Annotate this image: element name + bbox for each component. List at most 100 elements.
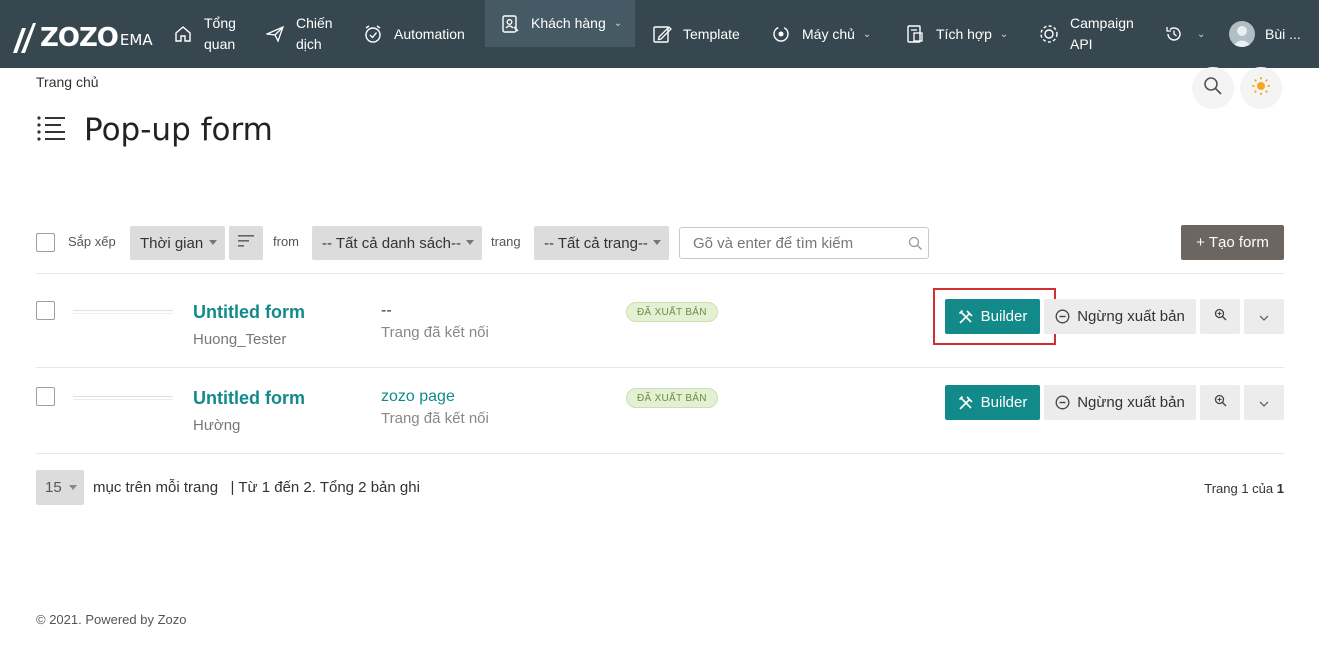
dropdown-arrow-icon bbox=[209, 240, 217, 245]
chevron-down-icon: ⌄ bbox=[613, 18, 623, 29]
preview-button[interactable] bbox=[1200, 299, 1240, 334]
send-icon bbox=[264, 23, 286, 45]
unpublish-label: Ngừng xuất bản bbox=[1077, 394, 1185, 411]
user-name: Bùi ... bbox=[1265, 25, 1301, 42]
unpublish-label: Ngừng xuất bản bbox=[1077, 308, 1185, 325]
unpublish-button[interactable]: Ngừng xuất bản bbox=[1044, 385, 1196, 420]
builder-button[interactable]: Builder bbox=[945, 385, 1040, 420]
dropdown-arrow-icon bbox=[653, 240, 661, 245]
chevron-down-icon: ⌄ bbox=[862, 28, 872, 40]
status-badge: ĐÃ XUẤT BẢN bbox=[626, 302, 718, 322]
divider bbox=[36, 273, 1284, 274]
page-filter-label: trang bbox=[491, 234, 521, 249]
builder-label: Builder bbox=[980, 394, 1028, 411]
edit-icon bbox=[651, 23, 673, 45]
sort-select[interactable]: Thời gian bbox=[130, 226, 225, 260]
chevron-down-icon bbox=[1259, 394, 1269, 412]
form-page: -- bbox=[381, 302, 392, 319]
page-indicator: Trang 1 của 1 bbox=[1204, 481, 1284, 496]
table-row: Untitled form Hường zozo page Trang đã k… bbox=[36, 368, 1284, 453]
form-page-link[interactable]: zozo page bbox=[381, 388, 455, 406]
row-checkbox[interactable] bbox=[36, 301, 55, 320]
sort-order-button[interactable] bbox=[229, 226, 263, 260]
builder-button[interactable]: Builder bbox=[945, 299, 1040, 334]
chevron-down-icon: ⌄ bbox=[1197, 28, 1206, 40]
zoom-in-icon bbox=[1214, 394, 1227, 412]
row-checkbox[interactable] bbox=[36, 387, 55, 406]
form-owner: Huong_Tester bbox=[193, 331, 287, 348]
from-label: from bbox=[273, 234, 299, 249]
sync-icon bbox=[770, 23, 792, 45]
tools-icon bbox=[958, 395, 974, 411]
nav-item-template[interactable]: Template bbox=[651, 0, 740, 68]
form-name-link[interactable]: Untitled form bbox=[193, 302, 305, 323]
builder-label: Builder bbox=[980, 308, 1028, 325]
history-icon bbox=[1163, 23, 1185, 45]
nav-item-label: Tích hợp bbox=[936, 25, 992, 42]
page-indicator-prefix: Trang 1 của bbox=[1204, 481, 1274, 496]
page-select[interactable]: -- Tất cả trang-- bbox=[534, 226, 669, 260]
search-input[interactable] bbox=[693, 229, 903, 257]
sort-label: Sắp xếp bbox=[68, 234, 116, 249]
breadcrumb[interactable]: Trang chủ bbox=[36, 74, 99, 90]
integration-icon bbox=[904, 23, 926, 45]
more-actions-button[interactable] bbox=[1244, 385, 1284, 420]
footer-copyright: © 2021. Powered by Zozo bbox=[36, 612, 187, 627]
per-page-select[interactable]: 15 bbox=[36, 470, 84, 505]
zozo-logo-icon bbox=[12, 23, 36, 53]
nav-item-campaign[interactable]: Chiến dịch bbox=[264, 0, 333, 68]
select-all-checkbox[interactable] bbox=[36, 233, 55, 252]
status-badge: ĐÃ XUẤT BẢN bbox=[626, 388, 718, 408]
nav-item-customers[interactable]: Khách hàng ⌄ bbox=[485, 0, 635, 47]
contacts-icon bbox=[499, 13, 521, 35]
form-thumbnail bbox=[73, 310, 173, 314]
chevron-down-icon: ⌄ bbox=[999, 28, 1009, 40]
nav-item-server[interactable]: Máy chủ ⌄ bbox=[770, 0, 871, 68]
home-icon bbox=[172, 23, 194, 45]
create-form-button[interactable]: + Tạo form bbox=[1181, 225, 1284, 260]
connected-page-label: Trang đã kết nối bbox=[381, 410, 489, 427]
nav-item-overview[interactable]: Tổng quan bbox=[172, 0, 236, 68]
zozo-logo[interactable]: ZOZO EMA bbox=[12, 17, 153, 53]
connected-page-label: Trang đã kết nối bbox=[381, 324, 489, 341]
nav-item-integration[interactable]: Tích hợp ⌄ bbox=[904, 0, 1008, 68]
list-select-value: -- Tất cả danh sách-- bbox=[322, 234, 461, 252]
more-actions-button[interactable] bbox=[1244, 299, 1284, 334]
search-icon bbox=[1203, 76, 1223, 101]
search-box bbox=[679, 227, 929, 259]
logo-text: ZOZO bbox=[40, 23, 119, 53]
dropdown-arrow-icon bbox=[69, 485, 77, 490]
form-thumbnail bbox=[73, 396, 173, 400]
nav-item-label: Tổng quan bbox=[204, 15, 236, 52]
pagination-summary: mục trên mỗi trang | Từ 1 đến 2. Tổng 2 … bbox=[93, 479, 420, 496]
zoom-in-icon bbox=[1214, 308, 1227, 326]
theme-toggle-button[interactable] bbox=[1240, 67, 1282, 109]
history-menu[interactable]: ⌄ bbox=[1163, 0, 1205, 68]
divider bbox=[36, 453, 1284, 454]
user-menu[interactable]: Bùi ... bbox=[1229, 0, 1301, 68]
preview-button[interactable] bbox=[1200, 385, 1240, 420]
avatar bbox=[1229, 21, 1255, 47]
nav-item-automation[interactable]: Automation bbox=[362, 0, 465, 68]
table-row: Untitled form Huong_Tester -- Trang đã k… bbox=[36, 282, 1284, 367]
page-title: Pop-up form bbox=[84, 112, 273, 148]
search-button[interactable] bbox=[1192, 67, 1234, 109]
dropdown-arrow-icon bbox=[466, 240, 474, 245]
list-select[interactable]: -- Tất cả danh sách-- bbox=[312, 226, 482, 260]
minus-circle-icon bbox=[1055, 395, 1070, 410]
tools-icon bbox=[958, 309, 974, 325]
minus-circle-icon bbox=[1055, 309, 1070, 324]
nav-item-label: Chiến dịch bbox=[296, 15, 333, 52]
nav-item-label: Máy chủ bbox=[802, 25, 855, 42]
sort-select-value: Thời gian bbox=[140, 234, 204, 252]
list-icon[interactable] bbox=[36, 115, 66, 146]
form-name-link[interactable]: Untitled form bbox=[193, 388, 305, 409]
pagination-bar: 15 mục trên mỗi trang | Từ 1 đến 2. Tổng… bbox=[36, 470, 1284, 505]
sun-icon bbox=[1251, 76, 1271, 101]
sort-lines-icon bbox=[238, 234, 254, 252]
nav-item-campaign-api[interactable]: Campaign API bbox=[1038, 0, 1134, 68]
chevron-down-icon bbox=[1259, 308, 1269, 326]
logo-subtext: EMA bbox=[119, 31, 153, 49]
nav-item-label: Khách hàng bbox=[531, 15, 606, 31]
unpublish-button[interactable]: Ngừng xuất bản bbox=[1044, 299, 1196, 334]
